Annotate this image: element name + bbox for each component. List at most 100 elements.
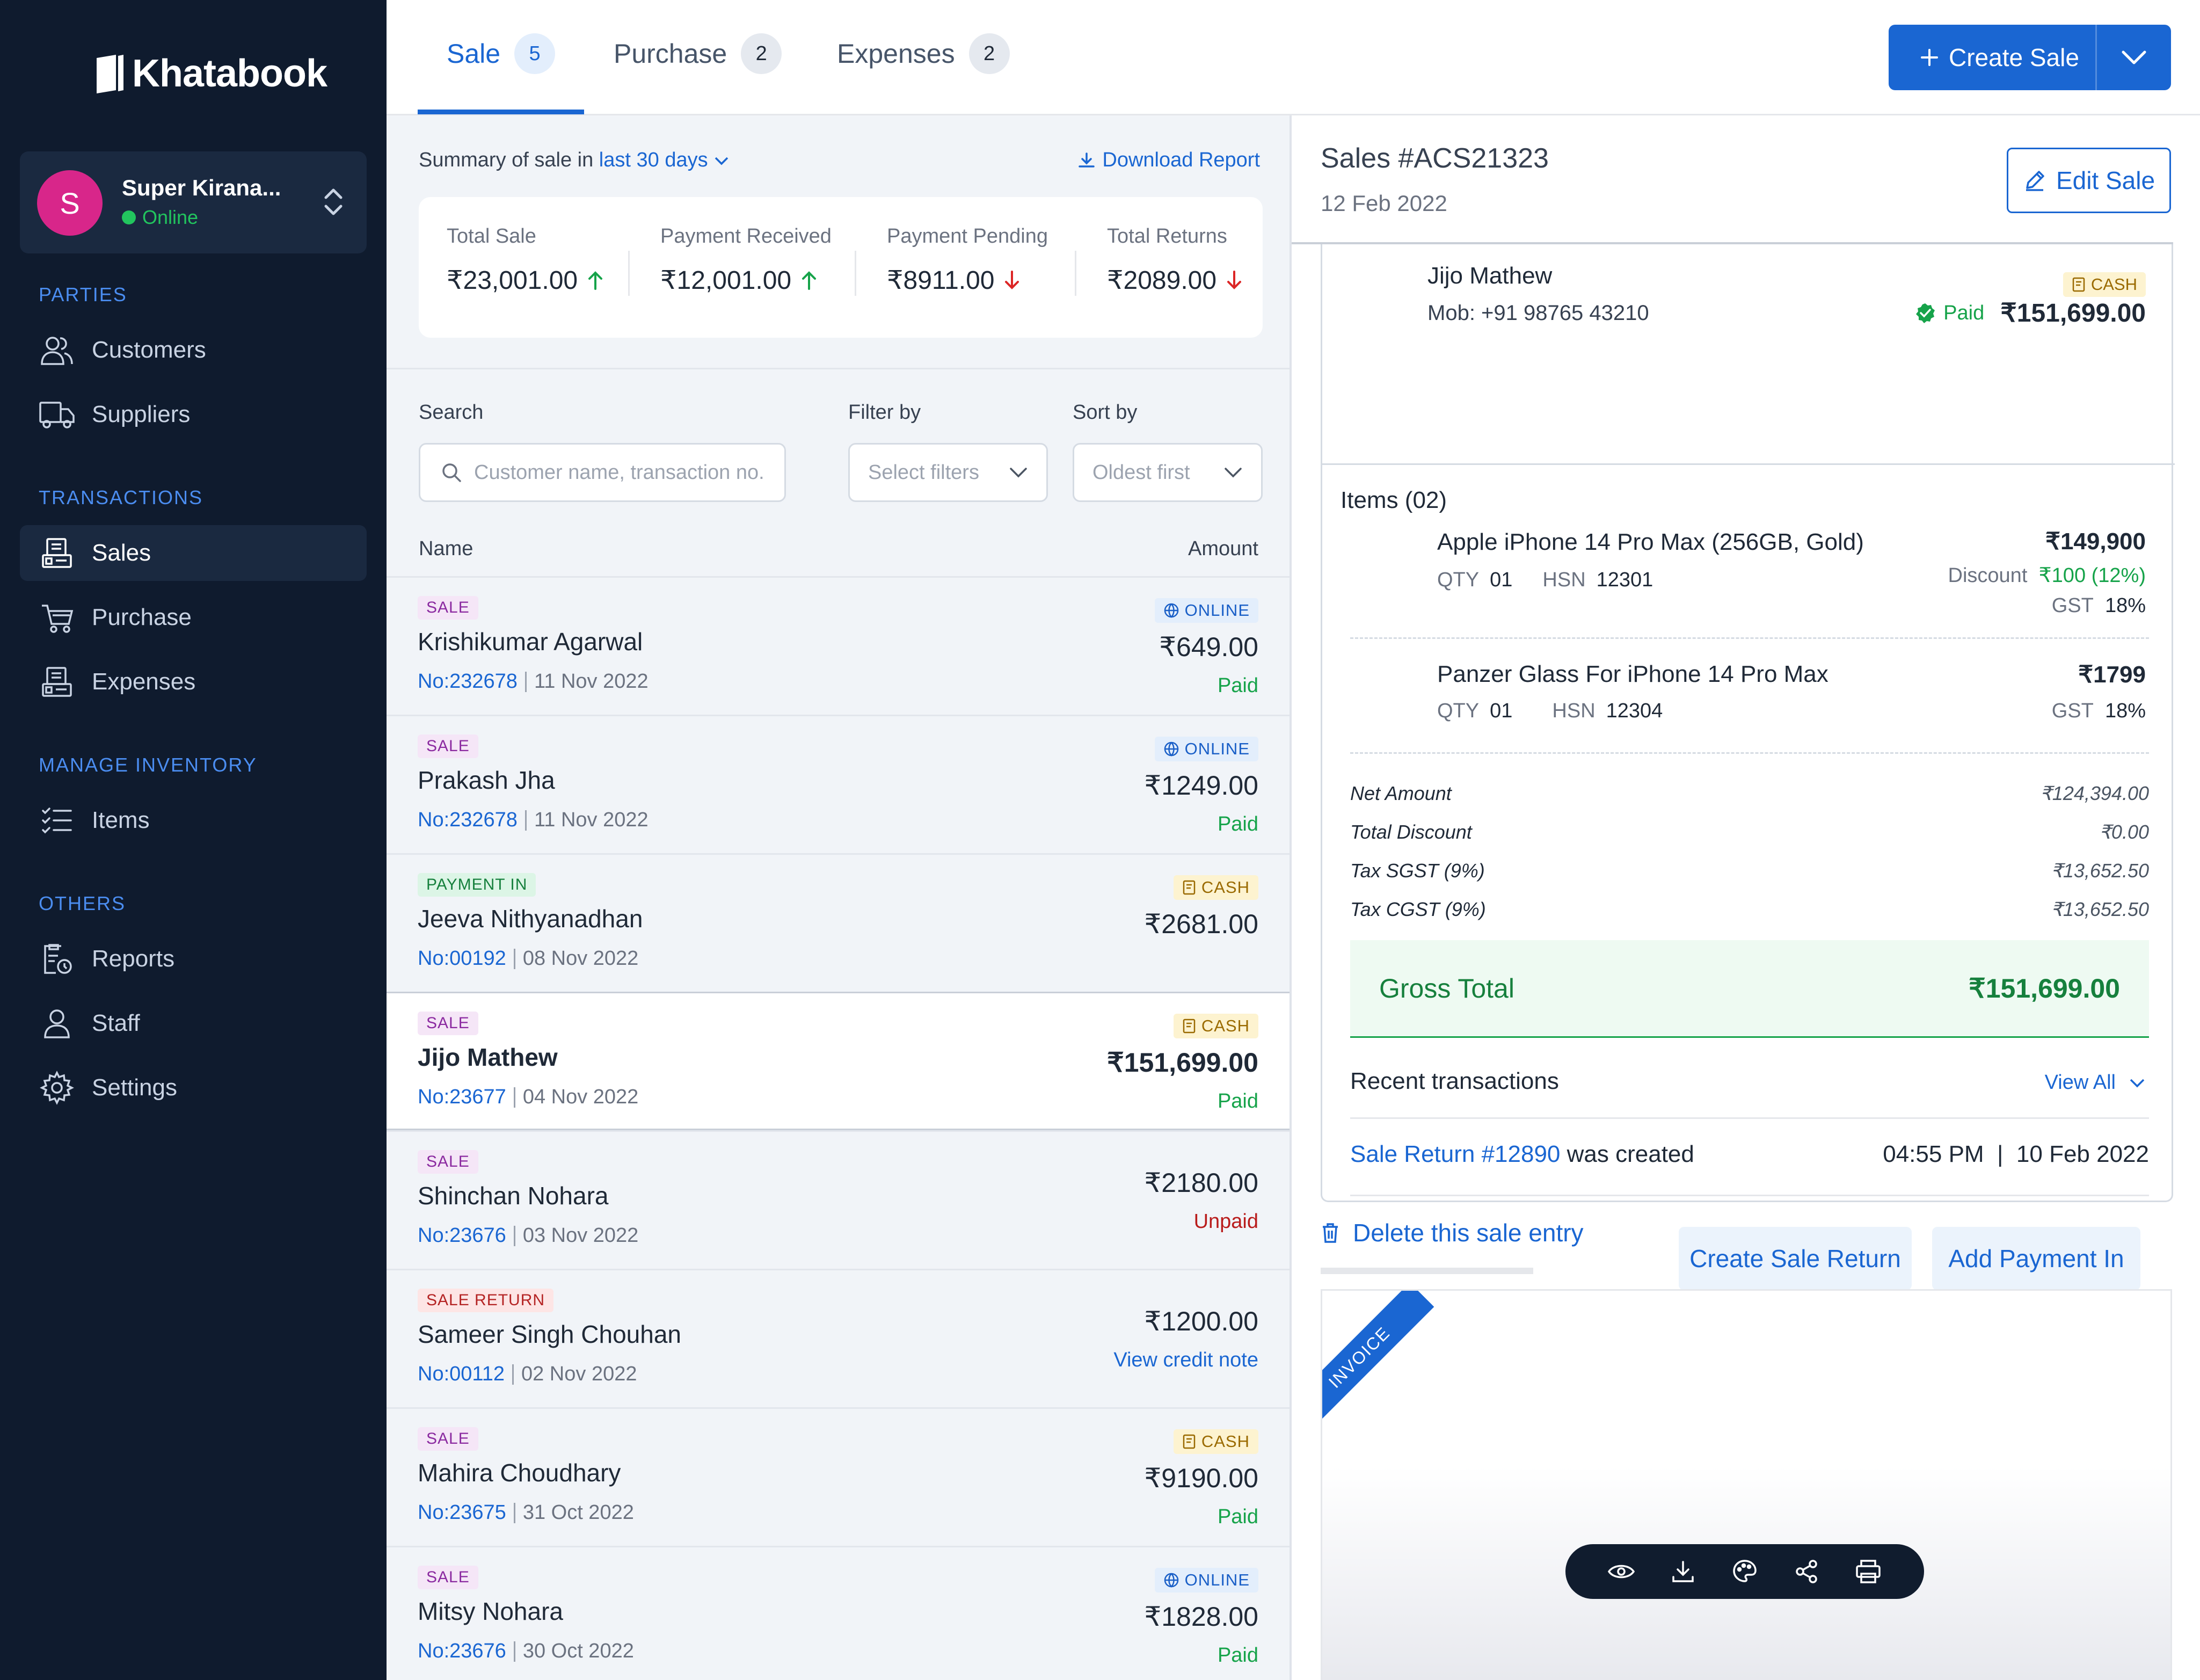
download-icon[interactable] — [1667, 1555, 1699, 1588]
create-sale-return-button[interactable]: Create Sale Return — [1679, 1227, 1912, 1290]
create-sale-main[interactable]: Create Sale — [1889, 43, 2095, 72]
list-item[interactable]: SALE Prakash Jha No:232678 11 Nov 2022 ON… — [387, 715, 1290, 853]
create-sale-button[interactable]: Create Sale — [1889, 25, 2171, 90]
create-sale-dropdown[interactable] — [2097, 49, 2171, 66]
online-dot-icon — [122, 210, 136, 224]
type-tag: SALE — [418, 1012, 478, 1035]
list-item[interactable]: SALE Mahira Choudhary No:23675 31 Oct 202… — [387, 1407, 1290, 1546]
txn-amount: ₹649.00 — [1159, 632, 1258, 662]
sidebar-item-purchase[interactable]: Purchase — [20, 590, 367, 645]
sales-icon — [38, 534, 76, 572]
tab-sale[interactable]: Sale 5 — [447, 33, 556, 74]
list-item-selected[interactable]: SALE Jijo Mathew No:23677 04 Nov 2022 CAS… — [387, 992, 1290, 1130]
tab-expenses[interactable]: Expenses 2 — [837, 33, 1010, 74]
party-name: Krishikumar Agarwal — [418, 628, 643, 656]
share-icon[interactable] — [1790, 1555, 1823, 1588]
sidebar-item-sales[interactable]: Sales — [20, 525, 367, 581]
txn-number[interactable]: No:00112 — [418, 1363, 505, 1386]
eye-icon[interactable] — [1605, 1555, 1637, 1588]
cash-icon — [2072, 277, 2085, 292]
sidebar-item-items[interactable]: Items — [20, 792, 367, 848]
edit-sale-button[interactable]: Edit Sale — [2007, 148, 2171, 213]
cash-icon — [1183, 1434, 1196, 1449]
arrow-up-icon — [802, 271, 817, 290]
list-item[interactable]: PAYMENT IN Jeeva Nithyanadhan No:00192 08… — [387, 853, 1290, 992]
list-item[interactable]: SALE Krishikumar Agarwal No:232678 11 Nov… — [387, 576, 1290, 715]
tab-count: 5 — [514, 33, 556, 74]
invoice-preview[interactable]: INVOICE — [1321, 1289, 2172, 1680]
sgst-row: Tax SGST (9%) ₹13,652.50 — [1350, 860, 2149, 882]
sale-title: Sales #ACS21323 — [1321, 143, 1549, 174]
item-price: ₹1799 — [2078, 661, 2146, 688]
stat-total-returns: Total Returns ₹2089.00 — [1107, 225, 1243, 295]
list-item[interactable]: SALE Mitsy Nohara No:23676 30 Oct 2022 ON… — [387, 1546, 1290, 1680]
sidebar-item-settings[interactable]: Settings — [20, 1060, 367, 1116]
chevron-updown-icon[interactable] — [322, 185, 345, 222]
download-report-link[interactable]: Download Report — [1077, 149, 1260, 172]
type-tag: SALE RETURN — [418, 1289, 554, 1312]
total-discount-row: Total Discount ₹0.00 — [1350, 821, 2149, 843]
party-name: Shinchan Nohara — [418, 1182, 609, 1210]
summary-period: Summary of sale in last 30 days — [419, 149, 730, 172]
sidebar-item-label: Sales — [92, 540, 151, 566]
sort-select[interactable]: Oldest first — [1073, 443, 1263, 502]
chevron-down-icon — [1010, 468, 1027, 478]
list-item[interactable]: SALE RETURN Sameer Singh Chouhan No:0011… — [387, 1269, 1290, 1407]
sidebar-item-label: Suppliers — [92, 401, 191, 427]
item-meta: QTY 01 HSN 12301 — [1437, 569, 1653, 591]
item-gst: GST 18% — [2051, 700, 2146, 722]
tab-label: Sale — [447, 39, 501, 69]
checklist-icon — [38, 802, 76, 839]
view-credit-note-link[interactable]: View credit note — [1113, 1349, 1258, 1372]
search-placeholder: Customer name, transaction no. — [474, 461, 764, 484]
payment-mode-badge: CASH — [1173, 1014, 1258, 1038]
sidebar-item-suppliers[interactable]: Suppliers — [20, 387, 367, 442]
type-tag: SALE — [418, 596, 478, 620]
txn-number[interactable]: No:232678 — [418, 809, 518, 832]
sidebar-item-expenses[interactable]: Expenses — [20, 654, 367, 710]
sidebar-item-label: Reports — [92, 946, 175, 972]
search-input[interactable]: Customer name, transaction no. — [419, 443, 786, 502]
filter-select[interactable]: Select filters — [848, 443, 1048, 502]
pencil-icon — [2026, 171, 2044, 191]
list-item[interactable]: SALE Shinchan Nohara No:23676 03 Nov 2022… — [387, 1130, 1290, 1269]
sidebar-item-reports[interactable]: Reports — [20, 931, 367, 987]
delete-sale-link[interactable]: Delete this sale entry — [1321, 1218, 1584, 1247]
txn-number[interactable]: No:232678 — [418, 670, 518, 693]
store-switcher[interactable]: S Super Kirana... Online — [20, 151, 367, 253]
palette-icon[interactable] — [1729, 1555, 1761, 1588]
truck-icon — [38, 396, 76, 433]
txn-date: 11 Nov 2022 — [534, 670, 649, 693]
period-selector[interactable]: last 30 days — [599, 149, 730, 171]
payment-summary: Paid ₹151,699.00 — [1914, 298, 2146, 328]
tab-purchase[interactable]: Purchase 2 — [614, 33, 782, 74]
sort-label: Sort by — [1073, 401, 1138, 424]
globe-icon — [1164, 1573, 1178, 1588]
sidebar-item-staff[interactable]: Staff — [20, 995, 367, 1051]
txn-number[interactable]: No:23675 — [418, 1501, 506, 1524]
view-all-link[interactable]: View All — [2045, 1071, 2146, 1094]
payment-status: Paid — [1217, 1644, 1258, 1667]
sidebar-item-label: Items — [92, 807, 150, 833]
filter-value: Select filters — [868, 461, 979, 484]
txn-number[interactable]: No:23676 — [418, 1224, 506, 1247]
txn-number[interactable]: No:23677 — [418, 1086, 506, 1109]
trash-icon — [1323, 1223, 1338, 1243]
sidebar-item-customers[interactable]: Customers — [20, 322, 367, 378]
type-tag: SALE — [418, 1566, 478, 1589]
stat-divider — [855, 251, 856, 296]
column-name: Name — [419, 537, 473, 560]
app-logo[interactable]: Khatabook — [94, 52, 327, 96]
cgst-row: Tax CGST (9%) ₹13,652.50 — [1350, 898, 2149, 920]
stat-payment-received: Payment Received ₹12,001.00 — [660, 225, 832, 295]
txn-number[interactable]: No:23676 — [418, 1640, 506, 1663]
summary-stats-card: Total Sale ₹23,001.00 Payment Received ₹… — [419, 197, 1263, 338]
cash-icon — [1183, 1019, 1196, 1034]
sale-return-link[interactable]: Sale Return #12890 — [1350, 1141, 1560, 1167]
print-icon[interactable] — [1852, 1555, 1884, 1588]
add-payment-in-button[interactable]: Add Payment In — [1932, 1227, 2140, 1290]
payment-mode-badge: CASH — [1173, 1429, 1258, 1454]
globe-icon — [1164, 741, 1178, 757]
item-name: Apple iPhone 14 Pro Max (256GB, Gold) — [1437, 529, 1864, 555]
txn-number[interactable]: No:00192 — [418, 947, 506, 970]
